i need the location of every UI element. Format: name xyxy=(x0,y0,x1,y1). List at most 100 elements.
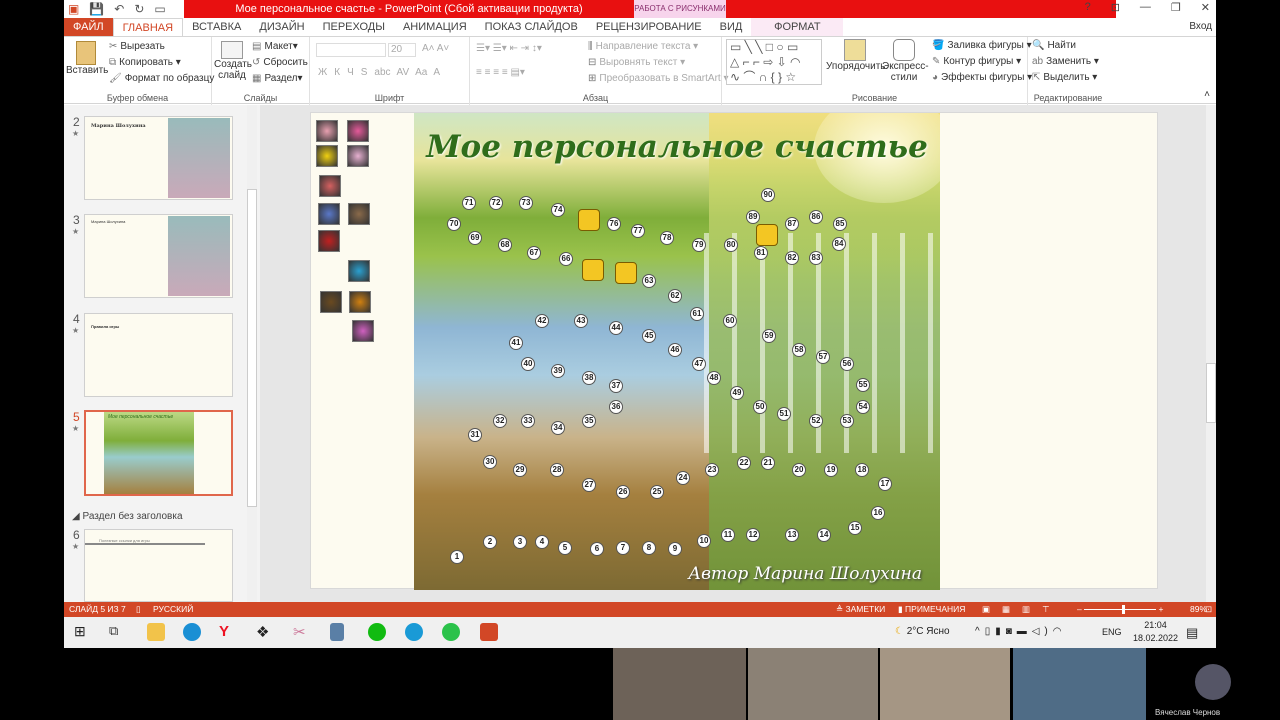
layout-button[interactable]: ▤ Макет▾ xyxy=(252,41,298,52)
player-token-icon[interactable] xyxy=(347,145,369,167)
font-name-input[interactable] xyxy=(316,43,386,57)
zoom-slider[interactable]: – + xyxy=(1077,602,1163,617)
shape-fill-button[interactable]: 🪣 Заливка фигуры ▾ xyxy=(932,40,1032,51)
player-token-icon[interactable] xyxy=(316,120,338,142)
undo-icon[interactable]: ↶ xyxy=(114,2,124,16)
underline-button[interactable]: Ч xyxy=(347,67,361,78)
yandex-browser-icon[interactable]: Y xyxy=(219,623,237,641)
comments-button[interactable]: ▮ ПРИМЕЧАНИЯ xyxy=(898,602,965,617)
zoom-slider-thumb[interactable] xyxy=(1122,605,1126,615)
tab-review[interactable]: РЕЦЕНЗИРОВАНИЕ xyxy=(587,18,711,36)
slide-canvas[interactable]: Мое персональное счастье 1 2 3 4 5 6 7 8 9 10 11 12… xyxy=(310,112,1158,590)
thumbnail-slide-5[interactable]: Мое персональное счастье xyxy=(84,410,233,496)
thumbnail-slide-4[interactable]: Правила игры xyxy=(84,313,233,397)
tab-transitions[interactable]: ПЕРЕХОДЫ xyxy=(314,18,394,36)
file-explorer-icon[interactable] xyxy=(147,623,165,641)
player-token-icon[interactable] xyxy=(347,120,369,142)
edge-icon[interactable] xyxy=(183,623,201,641)
scroll-thumb[interactable] xyxy=(1206,363,1216,423)
find-button[interactable]: 🔍 Найти xyxy=(1032,40,1076,51)
player-token-icon[interactable] xyxy=(318,203,340,225)
copy-button[interactable]: ⧉ Копировать ▾ xyxy=(109,57,181,68)
shape-outline-button[interactable]: ✎ Контур фигуры ▾ xyxy=(932,56,1021,67)
change-case-button[interactable]: Aa xyxy=(415,67,427,78)
font-format-buttons[interactable]: ЖКЧSabc AV Aa A xyxy=(318,67,447,78)
whatsapp-icon[interactable] xyxy=(442,623,460,641)
lucky-patcher-icon[interactable] xyxy=(368,623,386,641)
clock[interactable]: 21:04 18.02.2022 xyxy=(1133,619,1178,645)
game-piece-icon[interactable] xyxy=(615,262,637,284)
redo-icon[interactable]: ↻ xyxy=(134,2,144,16)
language-indicator[interactable]: РУССКИЙ xyxy=(153,602,193,617)
section-button[interactable]: ▦ Раздел▾ xyxy=(252,73,303,84)
smartart-button[interactable]: ⊞ Преобразовать в SmartArt ▾ xyxy=(588,73,729,84)
scroll-thumb[interactable] xyxy=(247,189,257,507)
arrange-button[interactable]: Упорядочить xyxy=(826,39,886,72)
player-token-icon[interactable] xyxy=(319,175,341,197)
save-icon[interactable]: 💾 xyxy=(89,2,104,16)
bold-button[interactable]: Ж xyxy=(318,67,334,78)
font-color-button[interactable]: A xyxy=(433,67,447,78)
sign-in-link[interactable]: Вход xyxy=(1189,21,1212,32)
player-token-icon[interactable] xyxy=(316,145,338,167)
thumbnail-slide-3[interactable]: Марина Шолухина xyxy=(84,214,233,298)
thumbnails-scrollbar[interactable] xyxy=(247,105,257,602)
powerpoint-taskbar-icon[interactable] xyxy=(480,623,498,641)
tab-view[interactable]: ВИД xyxy=(711,18,752,36)
player-token-icon[interactable] xyxy=(349,291,371,313)
text-direction-button[interactable]: ⫼ Направление текста ▾ xyxy=(588,41,698,52)
skype-icon[interactable] xyxy=(405,623,423,641)
game-piece-icon[interactable] xyxy=(582,259,604,281)
player-token-icon[interactable] xyxy=(348,203,370,225)
close-icon[interactable]: ✕ xyxy=(1201,1,1210,14)
grow-font-button[interactable]: A˄ A˅ xyxy=(422,43,449,54)
slideshow-icon[interactable]: ▭ xyxy=(154,2,165,16)
spacing-button[interactable]: AV xyxy=(397,67,410,78)
view-buttons[interactable]: ▣▦▥⊤ xyxy=(982,602,1062,617)
weather-widget[interactable]: ☾ 2°C Ясно xyxy=(895,626,950,637)
windows-start-icon[interactable]: ⊞ xyxy=(74,623,92,641)
shape-effects-button[interactable]: ◕ Эффекты фигуры ▾ xyxy=(932,72,1032,83)
game-piece-icon[interactable] xyxy=(756,224,778,246)
spellcheck-icon[interactable]: ▯ xyxy=(136,602,141,617)
slide-scrollbar[interactable] xyxy=(1206,105,1216,602)
tray-icons[interactable]: ^▯▮◙▬◁)◠ xyxy=(975,626,1066,637)
format-painter-button[interactable]: 🖌 Формат по образцу xyxy=(109,73,214,84)
dropbox-icon[interactable]: ❖ xyxy=(256,623,274,641)
align-buttons[interactable]: ≡ ≡ ≡ ≡ ▤▾ xyxy=(476,67,525,78)
shapes-gallery[interactable]: ▭ ╲ ╲ □ ○ ▭ △ ⌐ ⌐ ⇨ ⇩ ◠ ∿ ⌒ ∩ { } ☆ xyxy=(726,39,822,85)
list-buttons[interactable]: ☰▾ ☰▾ ⇤ ⇥ ↕▾ xyxy=(476,43,542,54)
strikethrough-button[interactable]: abc xyxy=(374,67,390,78)
shadow-button[interactable]: S xyxy=(361,67,375,78)
player-token-icon[interactable] xyxy=(320,291,342,313)
input-language[interactable]: ENG xyxy=(1102,627,1122,637)
notes-button[interactable]: ≜ ЗАМЕТКИ xyxy=(836,602,885,617)
tab-format[interactable]: ФОРМАТ xyxy=(751,18,844,36)
fit-slide-icon[interactable]: ⊡ xyxy=(1205,602,1212,617)
select-button[interactable]: ⇱ Выделить ▾ xyxy=(1032,72,1097,83)
replace-button[interactable]: ab Заменить ▾ xyxy=(1032,56,1099,67)
minimize-icon[interactable]: — xyxy=(1140,1,1151,14)
italic-button[interactable]: К xyxy=(334,67,347,78)
help-button[interactable]: ? xyxy=(1085,1,1091,14)
snipping-tool-icon[interactable]: ✂ xyxy=(293,623,311,641)
font-size-input[interactable]: 20 xyxy=(388,43,416,57)
tab-insert[interactable]: ВСТАВКА xyxy=(183,18,250,36)
collapse-ribbon-icon[interactable]: ˄ xyxy=(1204,89,1210,100)
game-piece-icon[interactable] xyxy=(578,209,600,231)
ribbon-display-icon[interactable]: ⊡ xyxy=(1111,1,1120,14)
tab-home[interactable]: ГЛАВНАЯ xyxy=(112,18,184,36)
notifications-icon[interactable]: ▤ xyxy=(1186,625,1198,641)
reset-button[interactable]: ↺ Сбросить xyxy=(252,57,308,68)
paste-button[interactable]: Вставить xyxy=(66,41,108,76)
cut-button[interactable]: ✂ Вырезать xyxy=(109,41,165,52)
new-slide-button[interactable]: Создать слайд xyxy=(214,41,252,81)
task-view-icon[interactable]: ⧉ xyxy=(109,623,127,641)
player-token-icon[interactable] xyxy=(318,230,340,252)
tab-design[interactable]: ДИЗАЙН xyxy=(250,18,313,36)
tab-slideshow[interactable]: ПОКАЗ СЛАЙДОВ xyxy=(476,18,587,36)
tab-file[interactable]: ФАЙЛ xyxy=(64,18,113,36)
game-board-picture[interactable]: Мое персональное счастье 1 2 3 4 5 6 7 8 9 10 11 12… xyxy=(414,113,940,590)
player-token-icon[interactable] xyxy=(348,260,370,282)
calculator-icon[interactable] xyxy=(330,623,344,641)
